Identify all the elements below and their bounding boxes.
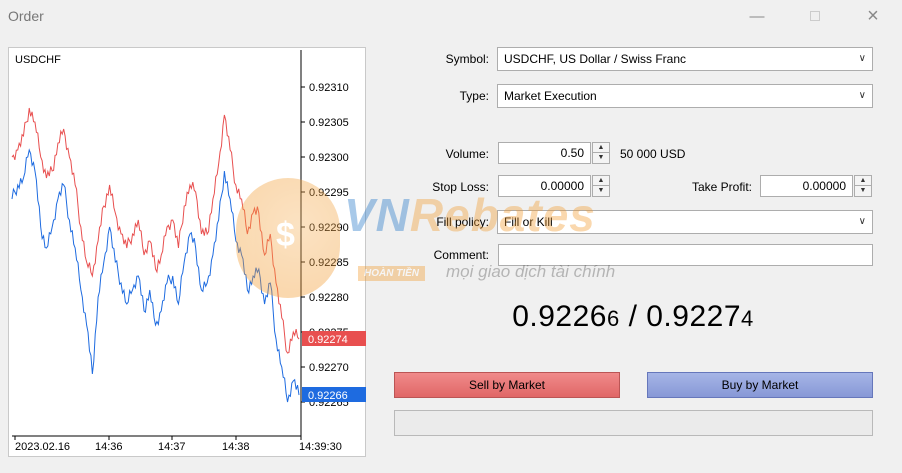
- symbol-select[interactable]: USDCHF, US Dollar / Swiss Franc ∨: [497, 47, 873, 71]
- ask-price-pipette: 4: [741, 306, 754, 331]
- spin-up-icon[interactable]: ▲: [855, 176, 871, 186]
- volume-input[interactable]: 0.50: [498, 142, 591, 164]
- spin-down-icon[interactable]: ▼: [855, 186, 871, 196]
- volume-stepper[interactable]: ▲ ▼: [592, 142, 610, 164]
- stoploss-label: Stop Loss:: [432, 180, 489, 194]
- spin-down-icon[interactable]: ▼: [593, 153, 609, 163]
- spin-up-icon[interactable]: ▲: [593, 143, 609, 153]
- type-select[interactable]: Market Execution ∨: [497, 84, 873, 108]
- chevron-down-icon: ∨: [858, 90, 866, 101]
- takeprofit-input[interactable]: 0.00000: [760, 175, 853, 197]
- x-tick-label: 14:39:30: [299, 441, 342, 453]
- takeprofit-label: Take Profit:: [691, 180, 752, 194]
- y-tick-label: 0.92280: [309, 292, 349, 304]
- takeprofit-stepper[interactable]: ▲ ▼: [854, 175, 872, 197]
- x-tick-label: 14:38: [222, 441, 250, 453]
- volume-note: 50 000 USD: [620, 147, 686, 161]
- watermark-tag: HOÀN TIỀN: [358, 266, 425, 281]
- chevron-down-icon: ∨: [858, 53, 866, 64]
- ask-price-main: 0.9227: [646, 300, 742, 333]
- comment-label: Comment:: [433, 248, 489, 262]
- symbol-select-value: USDCHF, US Dollar / Swiss Franc: [504, 52, 687, 66]
- fillpolicy-label: Fill policy:: [436, 215, 489, 229]
- comment-input[interactable]: [498, 244, 873, 266]
- chart-canvas: 0.923100.923050.923000.922950.922900.922…: [11, 50, 366, 453]
- symbol-label: Symbol:: [445, 52, 489, 66]
- fillpolicy-select[interactable]: Fill or Kill ∨: [497, 210, 873, 234]
- ask-price-tag-label: 0.92274: [308, 334, 348, 346]
- bid-price-pipette: 6: [606, 306, 620, 331]
- type-select-value: Market Execution: [504, 89, 597, 103]
- close-icon: ×: [867, 4, 879, 27]
- volume-label: Volume:: [445, 147, 489, 161]
- close-button[interactable]: ×: [850, 0, 896, 32]
- y-tick-label: 0.92305: [309, 117, 349, 129]
- type-label: Type:: [459, 89, 489, 103]
- status-bar: [394, 410, 873, 436]
- buy-by-market-button[interactable]: Buy by Market: [647, 372, 873, 398]
- title-bar: Order — ×: [0, 0, 902, 32]
- quote-separator: /: [619, 300, 647, 333]
- ask-price-line: [11, 107, 300, 354]
- bid-price-main: 0.9226: [512, 300, 607, 333]
- minimize-button[interactable]: —: [734, 0, 780, 32]
- sell-by-market-button[interactable]: Sell by Market: [394, 372, 620, 398]
- bid-price-line: [11, 148, 300, 403]
- window-title: Order: [8, 8, 44, 24]
- chart-symbol-label: USDCHF: [15, 54, 61, 66]
- fillpolicy-select-value: Fill or Kill: [504, 215, 553, 229]
- minimize-icon: —: [749, 7, 765, 25]
- maximize-icon: [810, 11, 820, 21]
- maximize-button[interactable]: [792, 0, 838, 32]
- x-tick-label: 14:36: [95, 441, 123, 453]
- y-tick-label: 0.92270: [309, 362, 349, 374]
- x-tick-label: 2023.02.16: [15, 441, 70, 453]
- chevron-down-icon: ∨: [858, 216, 866, 227]
- bid-price-tag-label: 0.92266: [308, 390, 348, 402]
- x-tick-label: 14:37: [158, 441, 186, 453]
- stoploss-input[interactable]: 0.00000: [498, 175, 591, 197]
- quote-display: 0.92266 / 0.92274: [394, 300, 872, 334]
- tick-chart: 0.92310 0.92305 0.92300 0.92295 0.92290 0.922…: [8, 47, 366, 457]
